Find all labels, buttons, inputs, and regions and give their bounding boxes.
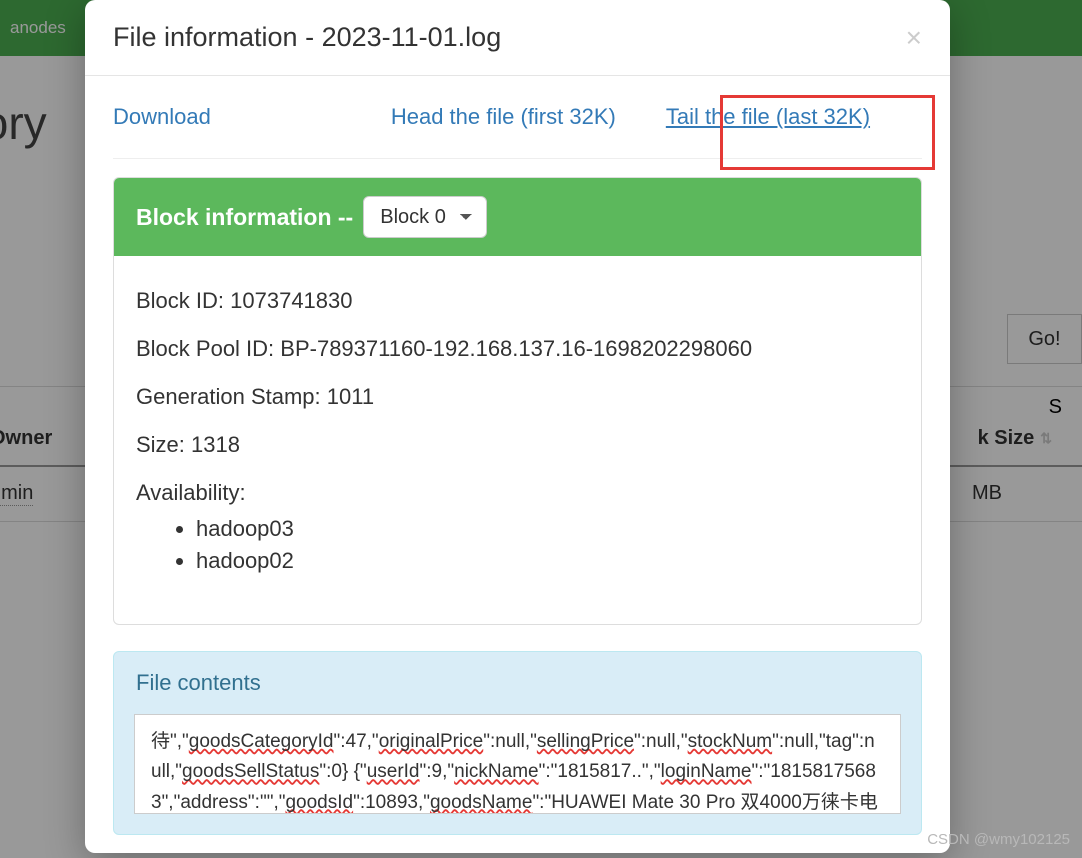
availability-item: hadoop02 xyxy=(196,548,899,574)
watermark: CSDN @wmy102125 xyxy=(927,831,1070,848)
block-info-body: Block ID: 1073741830 Block Pool ID: BP-7… xyxy=(114,256,921,624)
availability-item: hadoop03 xyxy=(196,516,899,542)
block-info-panel: Block information -- Block 0 Block ID: 1… xyxy=(113,177,922,625)
block-pool-id-row: Block Pool ID: BP-789371160-192.168.137.… xyxy=(136,336,899,362)
file-contents-textarea[interactable]: 待","goodsCategoryId":47,"originalPrice":… xyxy=(134,714,901,814)
tail-file-link[interactable]: Tail the file (last 32K) xyxy=(666,104,870,130)
block-info-label: Block information -- xyxy=(136,204,353,231)
block-id-row: Block ID: 1073741830 xyxy=(136,288,899,314)
size-row: Size: 1318 xyxy=(136,432,899,458)
availability-list: hadoop03 hadoop02 xyxy=(136,516,899,574)
availability-row: Availability: hadoop03 hadoop02 xyxy=(136,480,899,574)
file-info-modal: File information - 2023-11-01.log × Down… xyxy=(85,0,950,853)
download-link[interactable]: Download xyxy=(113,104,211,130)
file-action-links: Download Head the file (first 32K) Tail … xyxy=(113,94,922,159)
close-button[interactable]: × xyxy=(906,24,922,52)
modal-header: File information - 2023-11-01.log × xyxy=(85,0,950,76)
block-select[interactable]: Block 0 xyxy=(363,196,487,238)
modal-title: File information - 2023-11-01.log xyxy=(113,22,501,53)
generation-stamp-row: Generation Stamp: 1011 xyxy=(136,384,899,410)
head-file-link[interactable]: Head the file (first 32K) xyxy=(391,104,616,130)
file-contents-header: File contents xyxy=(114,652,921,714)
file-contents-panel: File contents 待","goodsCategoryId":47,"o… xyxy=(113,651,922,835)
modal-body: Download Head the file (first 32K) Tail … xyxy=(85,76,950,853)
block-info-header: Block information -- Block 0 xyxy=(114,178,921,256)
